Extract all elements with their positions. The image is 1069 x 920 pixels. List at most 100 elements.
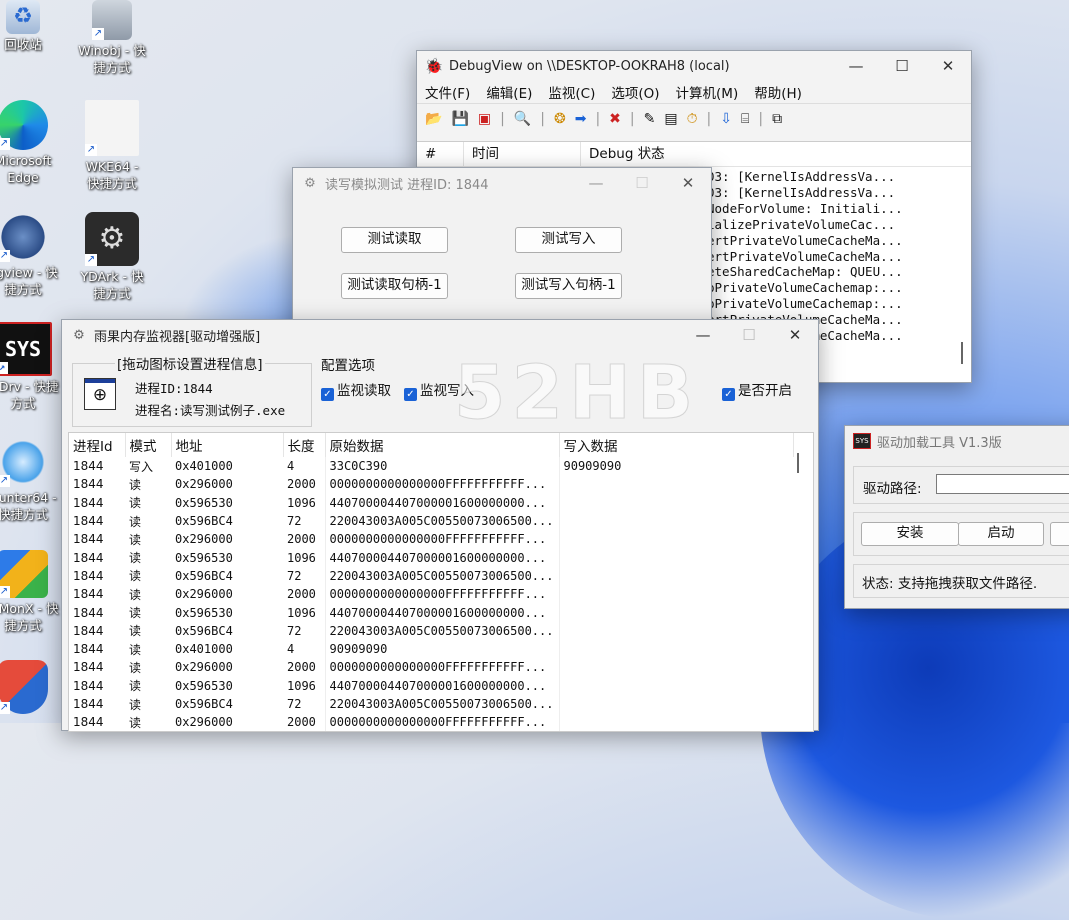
desktop-icon-shield[interactable]: ↗ bbox=[0, 660, 63, 716]
log-line[interactable]: 03: [KernelIsAddressVa... bbox=[707, 169, 903, 185]
close-button[interactable]: ✕ bbox=[925, 57, 971, 75]
test-write-button[interactable]: 测试写入 bbox=[515, 227, 622, 253]
cell-length: 4 bbox=[287, 642, 295, 657]
table-row[interactable]: 1844 读 0x596530 1096 44070000440700000160000… bbox=[69, 493, 793, 512]
cell-address: 0x596BC4 bbox=[175, 568, 233, 583]
erase-icon[interactable]: ✖ bbox=[609, 111, 621, 127]
minimize-button[interactable]: — bbox=[573, 174, 619, 192]
loader-titlebar[interactable]: SYS 驱动加载工具 V1.3版 bbox=[845, 426, 1069, 456]
autoscroll-icon[interactable]: ⇩ bbox=[720, 111, 732, 127]
capture-icon[interactable]: ❂ bbox=[554, 111, 566, 127]
col-write-data[interactable]: 写入数据 bbox=[559, 433, 794, 457]
menu-help[interactable]: 帮助(H) bbox=[754, 82, 802, 102]
clear-icon[interactable]: ▣ bbox=[478, 111, 491, 127]
rw-test-titlebar[interactable]: ⚙ 读写模拟测试 进程ID: 1844 — ☐ ✕ bbox=[293, 168, 711, 198]
minimize-button[interactable]: — bbox=[833, 57, 879, 75]
col-pid[interactable]: 进程Id bbox=[69, 433, 126, 457]
col-time[interactable]: 时间 bbox=[464, 142, 581, 166]
open-icon[interactable]: 📂 bbox=[425, 111, 442, 127]
stop-button[interactable] bbox=[1050, 522, 1069, 546]
history-icon[interactable]: ▤ bbox=[664, 111, 677, 127]
minimize-button[interactable]: — bbox=[680, 326, 726, 344]
log-line[interactable]: ializePrivateVolumeCac... bbox=[707, 217, 903, 233]
cell-raw-data: 440700004407000001600000000... bbox=[324, 603, 559, 622]
scrollbar-thumb[interactable] bbox=[961, 342, 963, 364]
driver-loader-window[interactable]: SYS 驱动加载工具 V1.3版 驱动路径: 安装 启动 状态: 支持拖拽获取文… bbox=[844, 425, 1069, 609]
menu-computer[interactable]: 计算机(M) bbox=[676, 82, 739, 102]
rw-test-window[interactable]: ⚙ 读写模拟测试 进程ID: 1844 — ☐ ✕ 测试读取 测试写入 测试读取… bbox=[292, 167, 712, 339]
table-row[interactable]: 1844 读 0x596BC4 72 220043003A005C00550073006… bbox=[69, 621, 793, 640]
log-line[interactable]: ertPrivateVolumeCacheMa... bbox=[707, 233, 903, 249]
table-row[interactable]: 1844 读 0x596530 1096 44070000440700000160000… bbox=[69, 676, 793, 695]
log-line[interactable]: pPrivateVolumeCachemap:... bbox=[707, 296, 903, 312]
arrow-right-icon[interactable]: ➡ bbox=[575, 111, 587, 127]
test-write-handle-button[interactable]: 测试写入句柄-1 bbox=[515, 273, 622, 299]
table-row[interactable]: 1844 读 0x596530 1096 44070000440700000160000… bbox=[69, 548, 793, 567]
install-button[interactable]: 安装 bbox=[861, 522, 959, 546]
cell-pid: 1844 bbox=[73, 605, 104, 620]
desktop-icon-label: YDArk - 快捷方式 bbox=[80, 269, 144, 301]
close-button[interactable]: ✕ bbox=[665, 174, 711, 192]
col-index[interactable]: # bbox=[417, 142, 464, 166]
menu-capture[interactable]: 监视(C) bbox=[548, 82, 595, 102]
table-row[interactable]: 1844 读 0x296000 2000 0000000000000000FFFFFFF… bbox=[69, 475, 793, 494]
table-row[interactable]: 1844 读 0x296000 2000 0000000000000000FFFFFFF… bbox=[69, 713, 793, 731]
driver-path-input[interactable] bbox=[936, 474, 1069, 494]
log-line[interactable]: 03: [KernelIsAddressVa... bbox=[707, 185, 903, 201]
table-row[interactable]: 1844 读 0x596BC4 72 220043003A005C00550073006… bbox=[69, 566, 793, 586]
desktop-icon-winobj[interactable]: ↗ Winobj - 快捷方式 bbox=[72, 0, 152, 76]
menu-options[interactable]: 选项(O) bbox=[611, 82, 659, 102]
memory-log-table[interactable]: 进程Id 模式 地址 长度 原始数据 写入数据 1844 写入 0x401000 4 3… bbox=[68, 432, 814, 732]
clock-icon[interactable]: ⏱ bbox=[687, 111, 698, 127]
computer-icon[interactable]: ⌸ bbox=[741, 111, 749, 127]
debugview-titlebar[interactable]: 🐞 DebugView on \\DESKTOP-OOKRAH8 (local)… bbox=[417, 51, 971, 81]
table-row[interactable]: 1844 读 0x296000 2000 0000000000000000FFFFFFF… bbox=[69, 530, 793, 549]
desktop-icon-ydark[interactable]: ⚙ ↗ YDArk - 快捷方式 bbox=[72, 212, 152, 302]
desktop-icon-hunter64[interactable]: ↗ Hunter64 - 快捷方式 bbox=[0, 437, 63, 523]
desktop-icon-recycle-bin[interactable]: ♻ 回收站 bbox=[0, 0, 63, 53]
monitor-titlebar[interactable]: ⚙ 雨果内存监视器[驱动增强版] — ☐ ✕ bbox=[62, 320, 818, 350]
filter-icon[interactable]: ✎ bbox=[644, 111, 656, 127]
cell-address: 0x596530 bbox=[175, 495, 233, 510]
scrollbar-thumb[interactable] bbox=[797, 453, 799, 473]
desktop-icon-wke64[interactable]: ↗ WKE64 - 快捷方式 bbox=[72, 100, 152, 192]
table-row[interactable]: 1844 读 0x296000 2000 0000000000000000FFFFFFF… bbox=[69, 585, 793, 604]
cell-write-data bbox=[558, 475, 793, 494]
desktop-icon-toolmonx[interactable]: ↗ olMonX - 快捷方式 bbox=[0, 550, 63, 634]
find-icon[interactable]: 🔍 bbox=[514, 111, 531, 127]
desktop-icon-stdrv[interactable]: SYS↗ stDrv - 快捷方式 bbox=[0, 322, 63, 412]
col-address[interactable]: 地址 bbox=[171, 433, 284, 457]
menu-edit[interactable]: 编辑(E) bbox=[486, 82, 532, 102]
save-icon[interactable]: 💾 bbox=[451, 111, 468, 127]
table-row[interactable]: 1844 读 0x401000 4 90909090 bbox=[69, 639, 793, 659]
col-debug[interactable]: Debug 状态 bbox=[581, 142, 665, 166]
table-row[interactable]: 1844 读 0x596BC4 72 220043003A005C00550073006… bbox=[69, 694, 793, 714]
start-button[interactable]: 启动 bbox=[958, 522, 1044, 546]
memory-monitor-window[interactable]: ⚙ 雨果内存监视器[驱动增强版] — ☐ ✕ [拖动图标设置进程信息] ⊕ 进程… bbox=[61, 319, 819, 732]
table-row[interactable]: 1844 读 0x296000 2000 0000000000000000FFFFFFF… bbox=[69, 658, 793, 677]
binoculars-icon[interactable]: ⧉ bbox=[772, 111, 782, 127]
log-line[interactable]: eteSharedCacheMap: QUEU... bbox=[707, 264, 903, 280]
maximize-button[interactable]: ☐ bbox=[726, 326, 772, 344]
test-read-button[interactable]: 测试读取 bbox=[341, 227, 448, 253]
drag-target-icon[interactable]: ⊕ bbox=[84, 378, 116, 410]
maximize-button[interactable]: ☐ bbox=[619, 174, 665, 192]
col-raw-data[interactable]: 原始数据 bbox=[325, 433, 560, 457]
col-mode[interactable]: 模式 bbox=[125, 433, 172, 457]
enable-checkbox[interactable]: ✓ 是否开启 bbox=[722, 379, 792, 401]
desktop-icon-edge[interactable]: ↗ Microsoft Edge bbox=[0, 100, 63, 186]
table-row[interactable]: 1844 写入 0x401000 4 33C0C390 90909090 bbox=[69, 457, 793, 476]
desktop-icon-dbgview[interactable]: ↗ bgview - 快捷方式 bbox=[0, 212, 63, 298]
table-row[interactable]: 1844 读 0x596BC4 72 220043003A005C00550073006… bbox=[69, 511, 793, 531]
log-line[interactable]: pPrivateVolumeCachemap:... bbox=[707, 280, 903, 296]
watch-read-checkbox[interactable]: ✓ 监视读取 bbox=[321, 379, 391, 401]
desktop-icon-label: stDrv - 快捷方式 bbox=[0, 379, 59, 411]
table-row[interactable]: 1844 读 0x596530 1096 44070000440700000160000… bbox=[69, 603, 793, 622]
close-button[interactable]: ✕ bbox=[772, 326, 818, 344]
log-line[interactable]: ertPrivateVolumeCacheMa... bbox=[707, 249, 903, 265]
maximize-button[interactable]: ☐ bbox=[879, 57, 925, 75]
log-line[interactable]: NodeForVolume: Initiali... bbox=[707, 201, 903, 217]
col-length[interactable]: 长度 bbox=[283, 433, 326, 457]
menu-file[interactable]: 文件(F) bbox=[425, 82, 470, 102]
test-read-handle-button[interactable]: 测试读取句柄-1 bbox=[341, 273, 448, 299]
